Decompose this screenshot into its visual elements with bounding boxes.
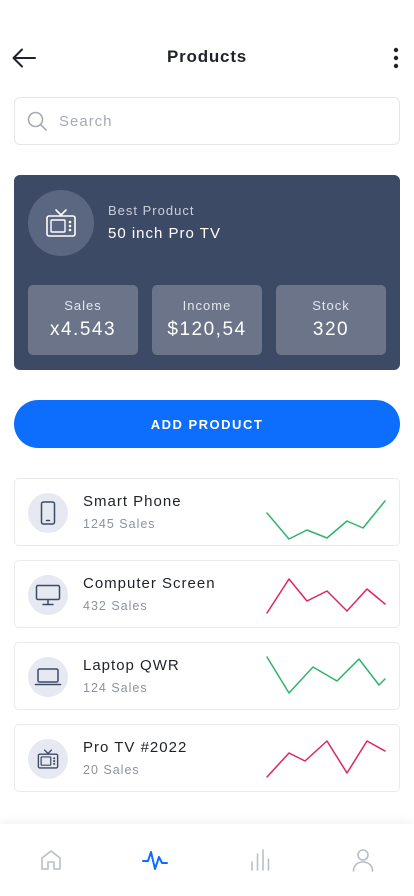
search-icon bbox=[27, 111, 47, 131]
stat-label: Sales bbox=[64, 298, 102, 313]
best-product-card[interactable]: Best Product 50 inch Pro TV Sales x4.543… bbox=[14, 175, 400, 370]
product-item-pro-tv-2022[interactable]: Pro TV #2022 20 Sales bbox=[14, 724, 400, 792]
laptop-icon bbox=[34, 668, 62, 686]
product-item-smart-phone[interactable]: Smart Phone 1245 Sales bbox=[14, 478, 400, 546]
tv-icon bbox=[37, 749, 59, 769]
more-vertical-icon bbox=[393, 47, 399, 69]
product-item-laptop-qwr[interactable]: Laptop QWR 124 Sales bbox=[14, 642, 400, 710]
stat-label: Income bbox=[182, 298, 232, 313]
sales-sparkline bbox=[266, 740, 386, 778]
bottom-navigation bbox=[0, 824, 414, 896]
product-avatar bbox=[28, 739, 68, 779]
nav-profile[interactable] bbox=[349, 846, 377, 874]
stat-value: 320 bbox=[312, 319, 350, 340]
product-avatar bbox=[28, 657, 68, 697]
page-title: Products bbox=[166, 47, 248, 66]
more-options-button[interactable] bbox=[384, 44, 408, 72]
stat-sales: Sales x4.543 bbox=[28, 285, 138, 355]
nav-activity[interactable] bbox=[141, 846, 169, 874]
user-icon bbox=[352, 849, 374, 872]
stat-value: $120,54 bbox=[167, 319, 247, 340]
best-product-kicker: Best Product bbox=[108, 203, 195, 218]
stat-label: Stock bbox=[312, 298, 350, 313]
product-name: Laptop QWR bbox=[83, 657, 180, 674]
best-product-name: 50 inch Pro TV bbox=[108, 225, 221, 242]
product-name: Pro TV #2022 bbox=[83, 739, 188, 756]
stat-value: x4.543 bbox=[49, 319, 117, 340]
stat-income: Income $120,54 bbox=[152, 285, 262, 355]
product-avatar bbox=[28, 493, 68, 533]
bar-chart-icon bbox=[251, 849, 270, 871]
monitor-icon bbox=[35, 584, 61, 606]
home-icon bbox=[41, 850, 61, 870]
smartphone-icon bbox=[40, 501, 56, 525]
product-avatar bbox=[28, 575, 68, 615]
best-product-avatar bbox=[28, 190, 94, 256]
product-name: Computer Screen bbox=[83, 575, 216, 592]
nav-statistics[interactable] bbox=[246, 846, 274, 874]
product-sales: 1245 Sales bbox=[83, 517, 156, 531]
search-input[interactable] bbox=[59, 112, 359, 130]
sales-sparkline bbox=[266, 578, 386, 614]
sales-sparkline bbox=[266, 500, 386, 540]
tv-icon bbox=[46, 209, 76, 237]
sales-sparkline bbox=[266, 656, 386, 694]
product-sales: 20 Sales bbox=[83, 763, 140, 777]
add-product-button[interactable]: ADD PRODUCT bbox=[14, 400, 400, 448]
product-name: Smart Phone bbox=[83, 493, 182, 510]
product-sales: 124 Sales bbox=[83, 681, 148, 695]
product-sales: 432 Sales bbox=[83, 599, 148, 613]
stat-stock: Stock 320 bbox=[276, 285, 386, 355]
activity-icon bbox=[142, 851, 168, 870]
search-bar[interactable] bbox=[14, 97, 400, 145]
nav-home[interactable] bbox=[37, 846, 65, 874]
product-item-computer-screen[interactable]: Computer Screen 432 Sales bbox=[14, 560, 400, 628]
